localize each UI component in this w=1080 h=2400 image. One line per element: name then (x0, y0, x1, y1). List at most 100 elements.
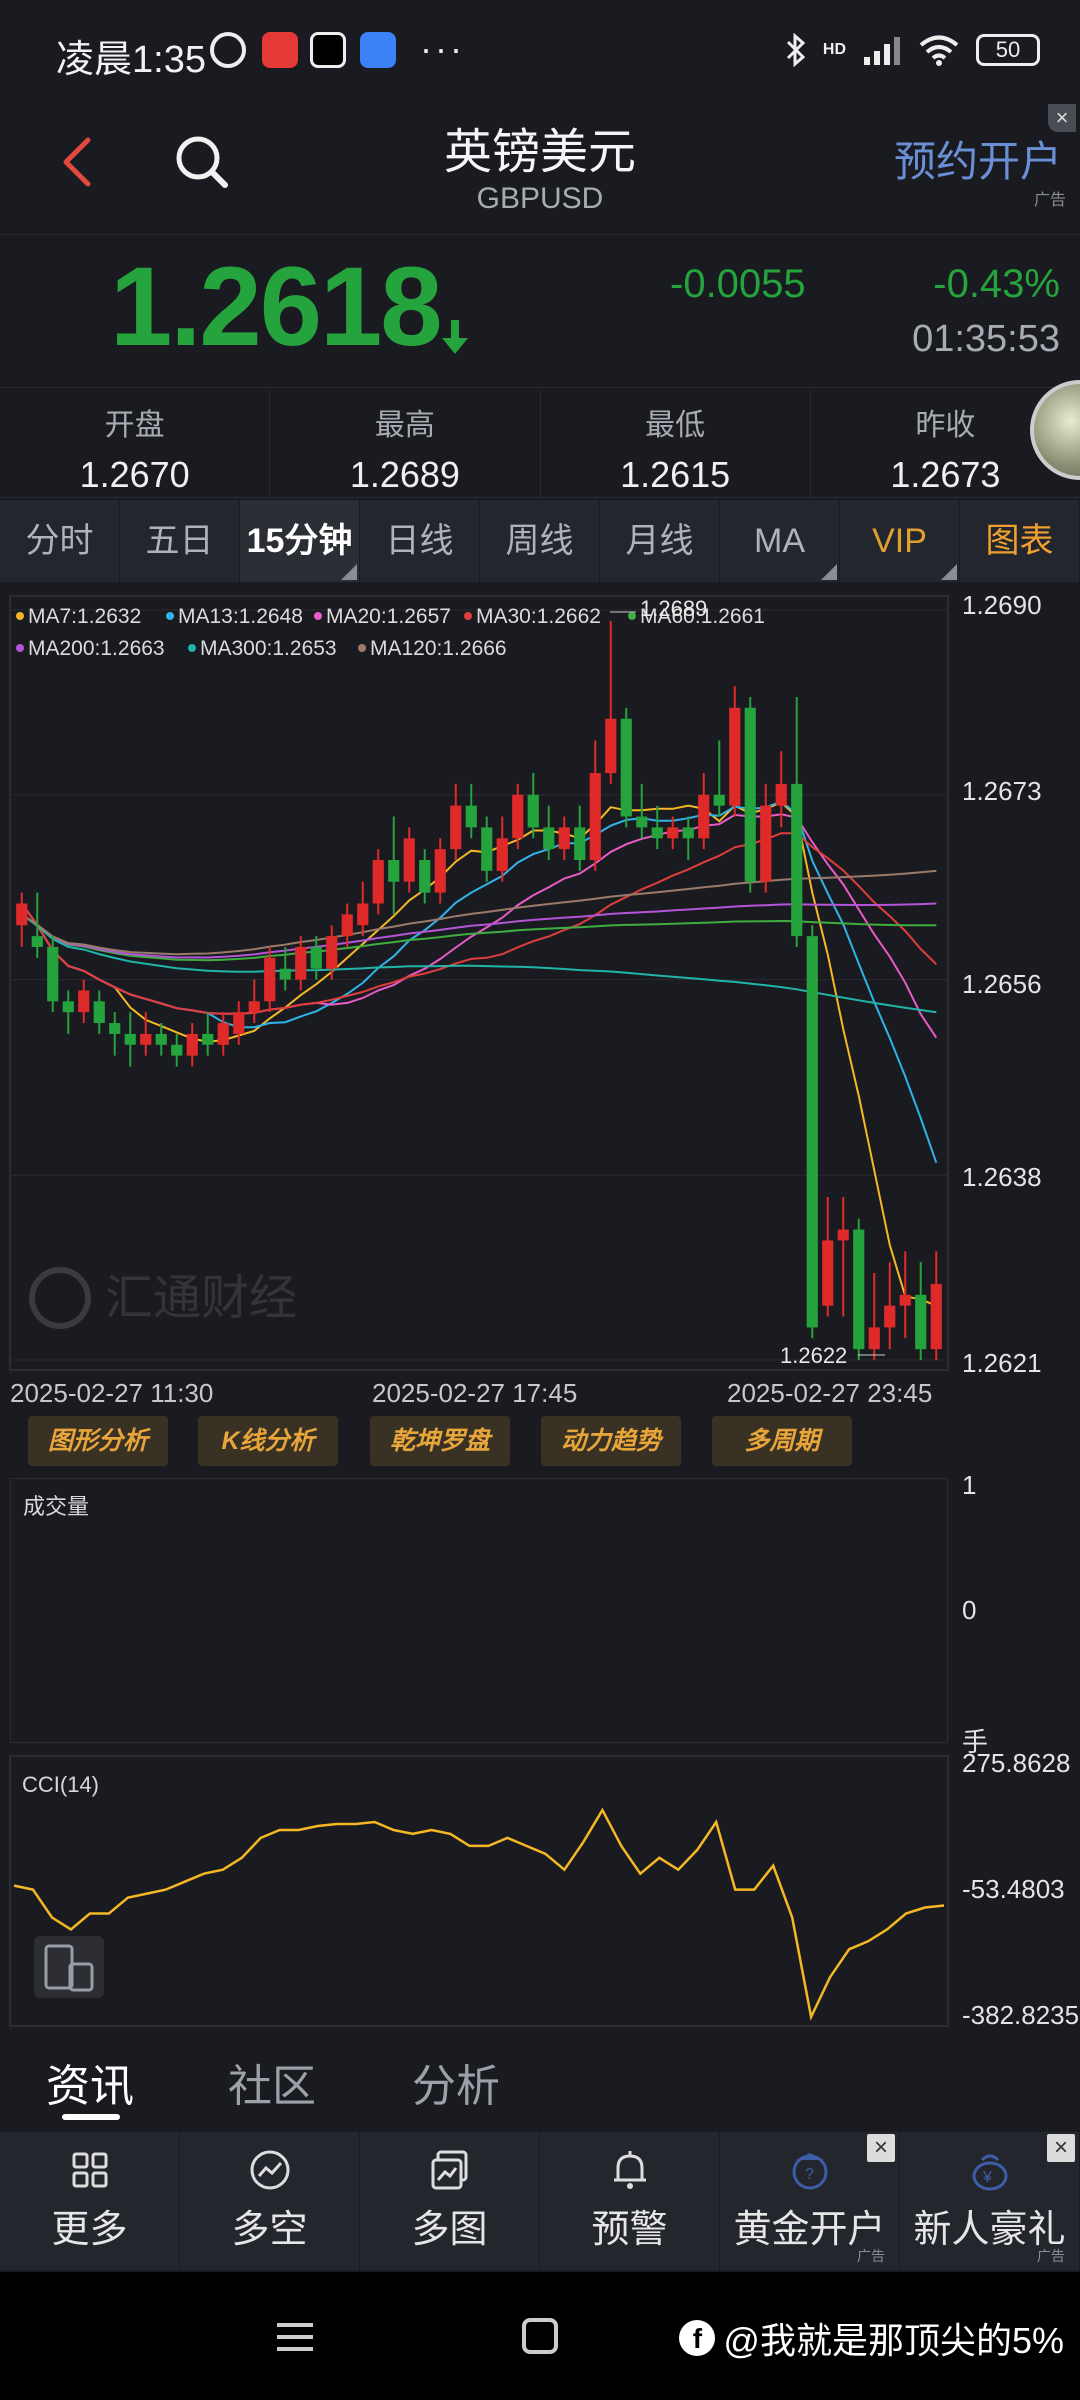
candle-body (357, 903, 369, 926)
candle-body (930, 1283, 942, 1350)
candle-body (326, 936, 338, 969)
legend-dot (464, 612, 472, 620)
momentum-trend-button[interactable]: 动力趋势 (541, 1416, 681, 1466)
tab-news[interactable]: 资讯 (46, 2050, 134, 2114)
tab-daily[interactable]: 日线 (360, 500, 480, 582)
candle-body (853, 1229, 865, 1350)
candle-body (341, 914, 353, 937)
nav-new-user-gift[interactable]: ¥ 新人豪礼 × 广告 (900, 2132, 1080, 2270)
legend-dot (16, 644, 24, 652)
watermark-text: @我就是那顶尖的5% (723, 2320, 1064, 2361)
trend-icon (250, 2150, 289, 2190)
candle-body (465, 805, 477, 828)
ad-tag: 广告 (1037, 2248, 1065, 2264)
candle-body (682, 827, 694, 839)
legend-entry-ma7: MA7:1.2632 (28, 605, 141, 628)
compass-button[interactable]: 乾坤罗盘 (370, 1416, 510, 1466)
header: 英镑美元 GBPUSD 预约开户 广告 × (0, 100, 1080, 235)
tab-analysis[interactable]: 分析 (412, 2050, 500, 2114)
candle-body (109, 1023, 121, 1034)
nav-gold-account[interactable]: ? 黄金开户 × 广告 (720, 2132, 900, 2270)
candle-body (264, 957, 276, 1002)
candle-body (775, 783, 787, 806)
pattern-analysis-button[interactable]: 图形分析 (28, 1416, 168, 1466)
tab-five-day[interactable]: 五日 (120, 500, 240, 582)
nav-multi-chart[interactable]: 多图 (360, 2132, 540, 2270)
svg-text:?: ? (805, 2166, 814, 2183)
alarm-icon (210, 32, 246, 68)
candle-body (62, 1001, 74, 1013)
y-tick: 1.2690 (962, 590, 1042, 620)
bell-icon (613, 2151, 646, 2189)
candle-body (744, 707, 756, 882)
candle-body (372, 860, 384, 904)
close-ad-icon[interactable]: × (867, 2134, 895, 2162)
app-notification-icon (262, 32, 298, 68)
volume-label: 成交量 (23, 1494, 90, 1519)
dropdown-corner-icon (341, 564, 357, 580)
candle-body (295, 946, 307, 980)
candle-body (140, 1033, 152, 1045)
candle-body (388, 860, 400, 882)
low-marker-label: 1.2622 (780, 1343, 847, 1368)
legend-dot (628, 612, 636, 620)
candle-body (605, 718, 617, 774)
last-price: 1.2618 (110, 244, 443, 369)
cci-y-tick: -53.4803 (962, 1874, 1065, 1904)
candle-body (574, 827, 586, 860)
tab-intraday[interactable]: 分时 (0, 500, 120, 582)
calendar-notification-icon (360, 32, 396, 68)
candle-body (202, 1033, 214, 1045)
tab-community[interactable]: 社区 (228, 2050, 316, 2114)
tab-chart[interactable]: 图表 (960, 500, 1080, 582)
low-cell: 最低 1.2615 (541, 390, 811, 497)
bluetooth-icon (786, 33, 806, 67)
legend-entry-ma200: MA200:1.2663 (28, 637, 165, 660)
nav-alert-label: 预警 (591, 2209, 668, 2251)
menu-icon[interactable] (275, 2320, 315, 2354)
candle-body (47, 946, 59, 1002)
ad-tag: 广告 (1033, 192, 1066, 209)
volume-panel: 成交量 (10, 1478, 948, 1743)
open-account-ad-button[interactable]: 预约开户 (894, 128, 1062, 189)
candle-body (837, 1229, 849, 1241)
volume-y-top: 1 (962, 1470, 977, 1500)
screen-toggle-icon[interactable] (34, 1936, 104, 1998)
high-label: 最高 (374, 409, 435, 442)
tab-ma-label: MA (754, 522, 805, 560)
tab-vip[interactable]: VIP (840, 500, 960, 582)
tab-weekly[interactable]: 周线 (480, 500, 600, 582)
bottom-nav: 更多 多空 多图 预警 ? 黄金开户 × 广告 ¥ 新人豪礼 × 广告 (0, 2132, 1080, 2270)
kline-chart[interactable]: 汇通财经 MA7:1.2632 MA13:1.2648 MA20:1.2657 MA3… (0, 590, 1080, 1390)
candle-body (884, 1305, 896, 1328)
nav-long-short-label: 多空 (231, 2209, 308, 2251)
gold-account-icon: ? (792, 2153, 827, 2190)
cci-line (13, 1807, 945, 2021)
high-value: 1.2689 (349, 454, 460, 495)
home-button[interactable] (522, 2318, 558, 2354)
nav-long-short[interactable]: 多空 (180, 2132, 360, 2270)
candle-body (279, 968, 291, 980)
tab-ma[interactable]: MA (720, 500, 840, 582)
legend-dot (358, 644, 366, 652)
multi-period-button[interactable]: 多周期 (712, 1416, 852, 1466)
close-ad-icon[interactable]: × (1047, 2134, 1075, 2162)
candle-body (651, 827, 663, 839)
kline-analysis-button[interactable]: K线分析 (198, 1416, 338, 1466)
nav-more[interactable]: 更多 (0, 2132, 180, 2270)
tab-15min-label: 15分钟 (246, 522, 353, 560)
candle-body (868, 1327, 880, 1350)
nav-alert[interactable]: 预警 (540, 2132, 720, 2270)
cci-chart[interactable]: CCI(14) (0, 1750, 1080, 2050)
candle-body (93, 1001, 105, 1024)
tab-monthly[interactable]: 月线 (600, 500, 720, 582)
tab-vip-label: VIP (872, 522, 927, 560)
candle-body (760, 805, 772, 882)
close-ad-icon[interactable]: × (1048, 104, 1076, 132)
candle-body (558, 827, 570, 850)
x-tick: 2025-02-27 23:45 (727, 1378, 933, 1408)
tab-15min[interactable]: 15分钟 (240, 500, 360, 582)
candle-body (791, 783, 803, 937)
dropdown-corner-icon (941, 564, 957, 580)
candle-body (419, 860, 431, 893)
